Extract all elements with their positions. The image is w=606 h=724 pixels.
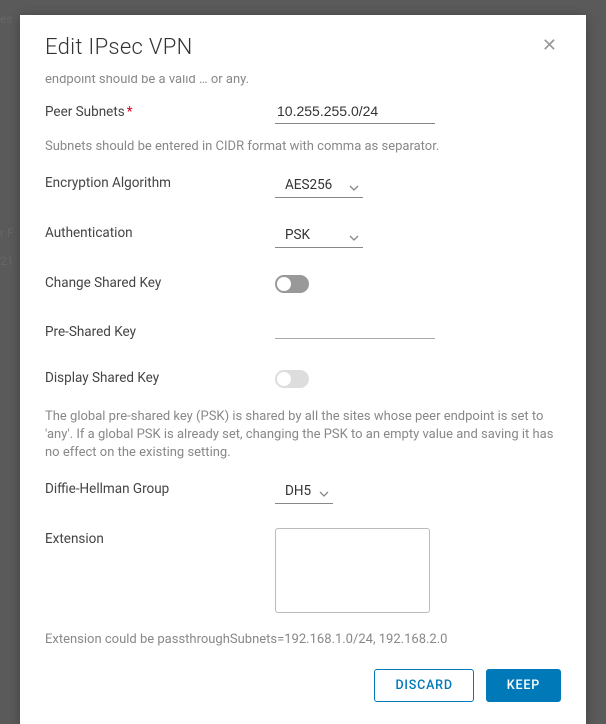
toggle-knob [277, 277, 291, 291]
discard-button[interactable]: DISCARD [374, 669, 473, 702]
chevron-down-icon [319, 483, 329, 502]
display-shared-key-label: Display Shared Key [45, 367, 275, 386]
modal-body: endpoint should be a valid … or any. Pee… [20, 75, 586, 651]
extension-textarea[interactable] [275, 528, 430, 613]
authentication-value: PSK [285, 227, 310, 243]
authentication-row: Authentication PSK [45, 222, 561, 248]
edit-ipsec-vpn-modal: Edit IPsec VPN ✕ endpoint should be a va… [20, 15, 586, 724]
change-shared-key-row: Change Shared Key [45, 272, 561, 297]
chevron-down-icon [349, 227, 359, 246]
modal-header: Edit IPsec VPN ✕ [20, 15, 586, 75]
dh-group-select[interactable]: DH5 [275, 478, 333, 504]
modal-footer: DISCARD KEEP [20, 651, 586, 724]
background-text: 21 [0, 254, 14, 268]
peer-subnets-label: Peer Subnets* [45, 101, 275, 120]
modal-title: Edit IPsec VPN [45, 35, 193, 60]
change-shared-key-toggle[interactable] [275, 275, 309, 293]
close-button[interactable]: ✕ [538, 35, 561, 57]
dh-group-row: Diffie-Hellman Group DH5 [45, 478, 561, 504]
encryption-row: Encryption Algorithm AES256 [45, 172, 561, 198]
authentication-select[interactable]: PSK [275, 222, 363, 248]
keep-button[interactable]: KEEP [486, 669, 561, 702]
peer-subnets-helper: Subnets should be entered in CIDR format… [45, 138, 561, 156]
dh-group-label: Diffie-Hellman Group [45, 478, 275, 497]
display-shared-key-toggle[interactable] [275, 370, 309, 388]
peer-subnets-row: Peer Subnets* [45, 101, 561, 124]
pre-shared-key-row: Pre-Shared Key [45, 321, 561, 343]
authentication-label: Authentication [45, 222, 275, 241]
background-text: r F [0, 226, 14, 240]
extension-helper: Extension could be passthroughSubnets=19… [45, 631, 561, 649]
display-shared-key-row: Display Shared Key [45, 367, 561, 392]
encryption-select[interactable]: AES256 [275, 172, 363, 198]
chevron-down-icon [349, 177, 359, 196]
truncated-helper-text: endpoint should be a valid … or any. [45, 75, 561, 87]
peer-subnets-input[interactable] [275, 101, 435, 124]
dh-group-value: DH5 [285, 483, 311, 499]
encryption-label: Encryption Algorithm [45, 172, 275, 191]
extension-row: Extension [45, 528, 561, 617]
pre-shared-key-input[interactable] [275, 321, 435, 339]
toggle-knob [277, 372, 291, 386]
extension-label: Extension [45, 528, 275, 547]
close-icon: ✕ [542, 35, 557, 56]
change-shared-key-label: Change Shared Key [45, 272, 275, 291]
background-text: es [0, 12, 13, 26]
encryption-value: AES256 [285, 177, 332, 193]
psk-helper-text: The global pre-shared key (PSK) is share… [45, 408, 561, 463]
pre-shared-key-label: Pre-Shared Key [45, 321, 275, 340]
